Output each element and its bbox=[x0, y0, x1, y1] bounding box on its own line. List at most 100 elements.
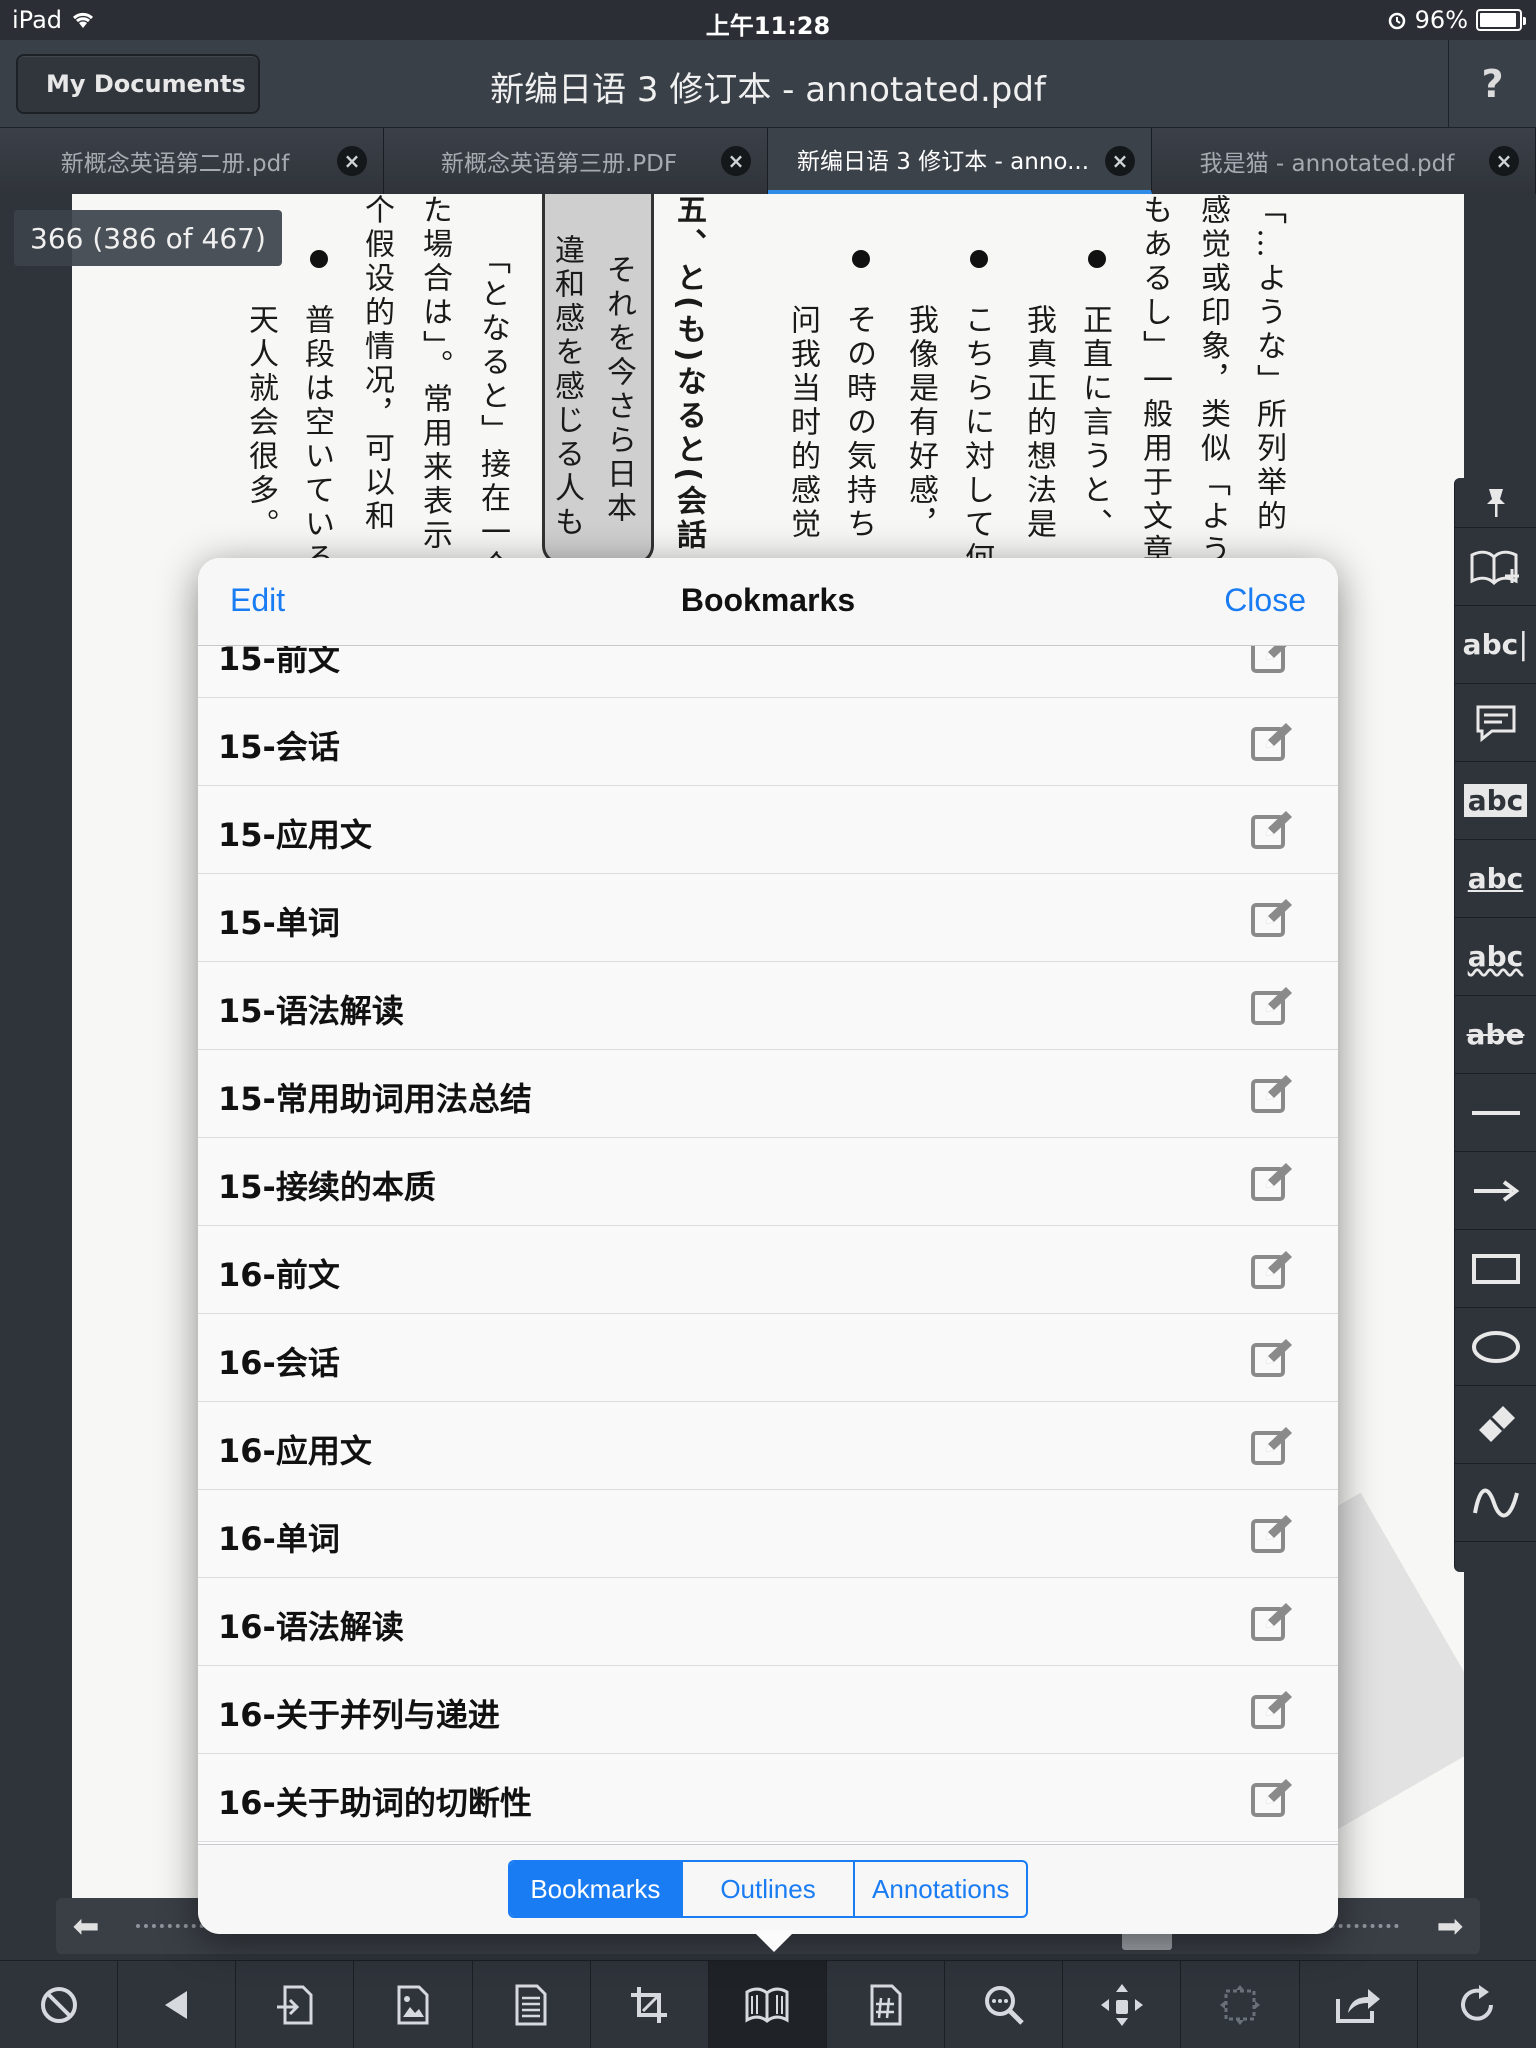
crop-icon[interactable] bbox=[591, 1961, 709, 2048]
close-tab-icon[interactable]: × bbox=[337, 146, 367, 176]
tab-document-3[interactable]: 新编日语 3 修订本 - anno... × bbox=[768, 128, 1152, 194]
help-button[interactable]: ? bbox=[1448, 40, 1536, 128]
bookmark-row[interactable]: 15-语法解读 bbox=[198, 962, 1338, 1050]
edit-bookmark-icon[interactable] bbox=[1250, 1424, 1294, 1468]
note-icon[interactable] bbox=[1455, 684, 1536, 762]
bookmark-label: 15-常用助词用法总结 bbox=[218, 1080, 532, 1118]
pin-icon[interactable] bbox=[1455, 478, 1536, 528]
bookmark-row[interactable]: 16-关于并列与递进 bbox=[198, 1666, 1338, 1754]
page-text-column: 感觉或印象，类似「よう bbox=[1195, 194, 1230, 568]
bookmark-row[interactable]: 16-前文 bbox=[198, 1226, 1338, 1314]
bookmark-row[interactable]: 15-前文 bbox=[198, 646, 1338, 698]
bookmark-row[interactable]: 15-单词 bbox=[198, 874, 1338, 962]
edit-bookmark-icon[interactable] bbox=[1250, 1776, 1294, 1820]
bookmark-label: 16-应用文 bbox=[218, 1432, 372, 1470]
page-text-column: それを今さら日本 bbox=[601, 254, 636, 526]
close-tab-icon[interactable]: × bbox=[1489, 146, 1519, 176]
edit-bookmark-icon[interactable] bbox=[1250, 896, 1294, 940]
bookmark-row[interactable]: 16-单词 bbox=[198, 1490, 1338, 1578]
text-reflow-icon[interactable] bbox=[473, 1961, 591, 2048]
squiggly-tool-button[interactable]: abc bbox=[1455, 918, 1536, 996]
bookmark-row[interactable]: 16-关于助词的切断性 bbox=[198, 1754, 1338, 1842]
segment-bookmarks[interactable]: Bookmarks bbox=[510, 1862, 683, 1916]
freehand-icon[interactable] bbox=[1455, 1464, 1536, 1542]
edit-bookmark-icon[interactable] bbox=[1250, 1688, 1294, 1732]
back-navigation-icon[interactable] bbox=[118, 1961, 237, 2048]
thumbnails-icon[interactable] bbox=[354, 1961, 473, 2048]
edit-bookmark-icon[interactable] bbox=[1250, 1160, 1294, 1204]
bookmark-row[interactable]: 16-语法解读 bbox=[198, 1578, 1338, 1666]
bookmark-row[interactable]: 15-应用文 bbox=[198, 786, 1338, 874]
page-text-column: 问我当时的感觉 bbox=[785, 304, 820, 542]
page-text-column: その時の気持ち bbox=[841, 304, 876, 542]
bookmark-row[interactable]: 15-常用助词用法总结 bbox=[198, 1050, 1338, 1138]
edit-bookmark-icon[interactable] bbox=[1250, 1248, 1294, 1292]
page-text-column: 「となると」接在一个 bbox=[475, 244, 510, 584]
close-popover-button[interactable]: Close bbox=[1224, 582, 1306, 619]
edit-bookmark-icon[interactable] bbox=[1250, 1600, 1294, 1644]
page-text-column: た場合は」。常用来表示 bbox=[417, 194, 452, 553]
line-icon[interactable] bbox=[1455, 1074, 1536, 1152]
bookmark-label: 16-语法解读 bbox=[218, 1608, 404, 1646]
strikeout-tool-button[interactable]: abe bbox=[1455, 996, 1536, 1074]
bookmark-label: 16-关于助词的切断性 bbox=[218, 1784, 532, 1822]
night-mode-icon[interactable] bbox=[0, 1961, 119, 2048]
bullet-dot bbox=[852, 250, 870, 268]
edit-bookmark-icon[interactable] bbox=[1250, 1336, 1294, 1380]
next-page-arrow-icon[interactable]: ➡ bbox=[1420, 1898, 1480, 1954]
tab-label: 新编日语 3 修订本 - anno... bbox=[796, 149, 1090, 175]
add-bookmark-icon[interactable] bbox=[1455, 528, 1536, 606]
alarm-icon bbox=[1388, 12, 1405, 30]
bookmark-list[interactable]: 15-前文 15-会话 15-应用文 15-单词 15-语法解读 15-常用助词用法总结 1… bbox=[198, 646, 1338, 1844]
search-icon[interactable] bbox=[945, 1961, 1064, 2048]
bookmark-row[interactable]: 16-应用文 bbox=[198, 1402, 1338, 1490]
bookmark-row[interactable]: 15-接续的本质 bbox=[198, 1138, 1338, 1226]
bookmark-label: 16-关于并列与递进 bbox=[218, 1696, 500, 1734]
page-number-icon[interactable] bbox=[827, 1961, 946, 2048]
segment-annotations[interactable]: Annotations bbox=[855, 1862, 1026, 1916]
page-section-heading: 五、と(も)なると(会話 bbox=[671, 194, 706, 554]
battery-icon bbox=[1476, 9, 1526, 31]
bottom-toolbar bbox=[0, 1960, 1536, 2048]
page-text-column: こちらに対して何 bbox=[959, 304, 994, 576]
edit-bookmark-icon[interactable] bbox=[1250, 1072, 1294, 1116]
pan-move-icon[interactable] bbox=[1063, 1961, 1182, 2048]
popover-header: Edit Bookmarks Close bbox=[198, 558, 1338, 646]
previous-page-arrow-icon[interactable]: ⬅ bbox=[56, 1898, 116, 1954]
tab-document-2[interactable]: 新概念英语第三册.PDF × bbox=[384, 128, 768, 194]
fit-screen-icon[interactable] bbox=[1181, 1961, 1300, 2048]
my-documents-button[interactable]: My Documents bbox=[16, 54, 260, 114]
tab-label: 我是猫 - annotated.pdf bbox=[1199, 151, 1455, 177]
page-goto-icon[interactable] bbox=[236, 1961, 355, 2048]
bookmark-row[interactable]: 16-会话 bbox=[198, 1314, 1338, 1402]
edit-bookmark-icon[interactable] bbox=[1250, 808, 1294, 852]
edit-bookmark-icon[interactable] bbox=[1250, 720, 1294, 764]
close-tab-icon[interactable]: × bbox=[721, 146, 751, 176]
popover-title: Bookmarks bbox=[680, 582, 856, 618]
bookmarks-toolbar-icon[interactable] bbox=[708, 1961, 827, 2048]
eraser-icon[interactable] bbox=[1455, 1386, 1536, 1464]
text-tool-button[interactable]: abc | bbox=[1455, 606, 1536, 684]
bookmark-label: 15-接续的本质 bbox=[218, 1168, 436, 1206]
edit-bookmark-icon[interactable] bbox=[1250, 984, 1294, 1028]
page-text-column: 我真正的想法是 bbox=[1021, 304, 1056, 542]
highlight-tool-button[interactable]: abc bbox=[1455, 762, 1536, 840]
underline-tool-button[interactable]: abc bbox=[1455, 840, 1536, 918]
view-segmented-control: Bookmarks Outlines Annotations bbox=[508, 1860, 1028, 1918]
edit-bookmark-icon[interactable] bbox=[1250, 646, 1294, 676]
tab-document-4[interactable]: 我是猫 - annotated.pdf × bbox=[1152, 128, 1536, 194]
rotate-icon[interactable] bbox=[1418, 1961, 1536, 2048]
bookmark-label: 15-应用文 bbox=[218, 816, 372, 854]
share-icon[interactable] bbox=[1300, 1961, 1418, 2048]
arrow-icon[interactable] bbox=[1455, 1152, 1536, 1230]
rectangle-icon[interactable] bbox=[1455, 1230, 1536, 1308]
status-right: 96% bbox=[1387, 6, 1526, 34]
document-tabs: 新概念英语第二册.pdf × 新概念英语第三册.PDF × 新编日语 3 修订本… bbox=[0, 128, 1536, 194]
battery-percent: 96% bbox=[1414, 6, 1468, 34]
segment-outlines[interactable]: Outlines bbox=[683, 1862, 856, 1916]
bookmark-row[interactable]: 15-会话 bbox=[198, 698, 1338, 786]
close-tab-icon[interactable]: × bbox=[1105, 146, 1135, 176]
ellipse-icon[interactable] bbox=[1455, 1308, 1536, 1386]
tab-document-1[interactable]: 新概念英语第二册.pdf × bbox=[0, 128, 384, 194]
edit-bookmark-icon[interactable] bbox=[1250, 1512, 1294, 1556]
